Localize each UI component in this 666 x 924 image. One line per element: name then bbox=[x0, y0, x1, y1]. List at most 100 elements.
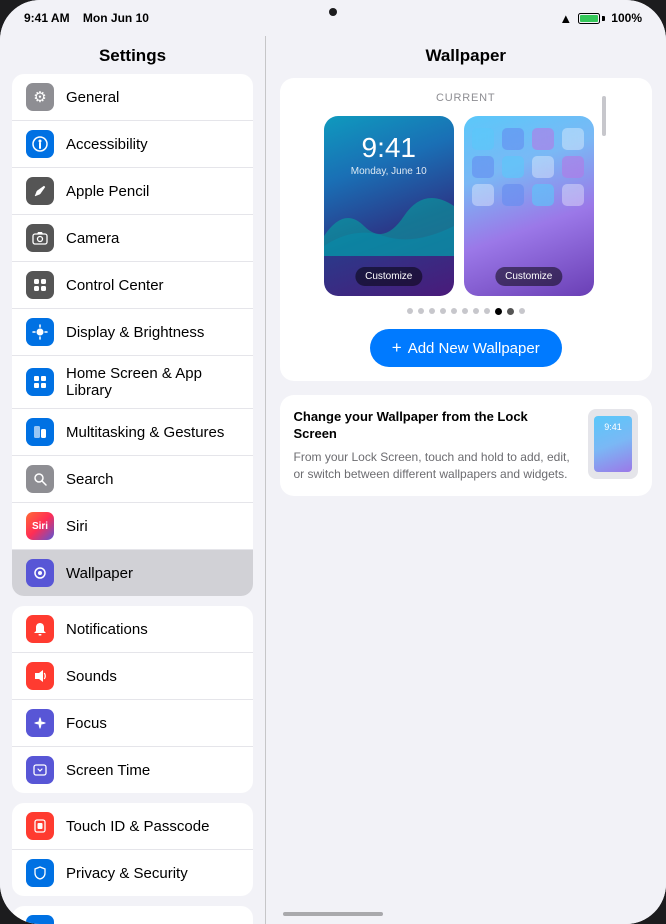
sidebar-item-app-store[interactable]: A App Store bbox=[12, 906, 253, 924]
notifications-label: Notifications bbox=[66, 621, 239, 638]
top-dot bbox=[329, 8, 337, 16]
dot-11 bbox=[519, 308, 525, 314]
dot-10 bbox=[507, 308, 514, 315]
siri-icon: Siri bbox=[26, 512, 54, 540]
dot-7 bbox=[473, 308, 479, 314]
battery-fill bbox=[580, 15, 598, 22]
control-center-icon bbox=[26, 271, 54, 299]
multitasking-icon bbox=[26, 418, 54, 446]
sidebar-item-touch-id[interactable]: Touch ID & Passcode bbox=[12, 803, 253, 850]
dot-1 bbox=[407, 308, 413, 314]
control-center-label: Control Center bbox=[66, 277, 239, 294]
dot-9 bbox=[495, 308, 502, 315]
add-wallpaper-label: Add New Wallpaper bbox=[408, 340, 540, 357]
settings-group-4: A App Store Game Center i bbox=[12, 906, 253, 924]
settings-group-1: ⚙ General Accessibility Apple Pencil bbox=[12, 74, 253, 596]
time-display: 9:41 AM bbox=[24, 11, 70, 25]
sidebar-item-home-screen[interactable]: Home Screen & App Library bbox=[12, 356, 253, 409]
wallpaper-label: Wallpaper bbox=[66, 565, 239, 582]
page-dots bbox=[294, 308, 639, 315]
info-title: Change your Wallpaper from the Lock Scre… bbox=[294, 409, 575, 443]
battery-body bbox=[578, 13, 600, 24]
sidebar-item-wallpaper[interactable]: Wallpaper bbox=[12, 550, 253, 596]
lock-screen-time: 9:41 bbox=[362, 134, 417, 162]
search-label: Search bbox=[66, 471, 239, 488]
main-content: Wallpaper CURRENT 9:41 Monday, June 10 bbox=[266, 36, 666, 924]
sidebar-title: Settings bbox=[0, 36, 265, 74]
sidebar-item-multitasking[interactable]: Multitasking & Gestures bbox=[12, 409, 253, 456]
general-icon: ⚙ bbox=[26, 83, 54, 111]
hs-icon-4 bbox=[562, 128, 584, 150]
battery-percent: 100% bbox=[611, 11, 642, 25]
sidebar-item-camera[interactable]: Camera bbox=[12, 215, 253, 262]
home-indicator bbox=[283, 912, 383, 916]
phone-time: 9:41 bbox=[604, 422, 622, 432]
sounds-icon bbox=[26, 662, 54, 690]
wallpaper-icon bbox=[26, 559, 54, 587]
sidebar-item-display[interactable]: Display & Brightness bbox=[12, 309, 253, 356]
focus-label: Focus bbox=[66, 715, 239, 732]
app-store-label: App Store bbox=[66, 921, 239, 924]
sidebar-item-sounds[interactable]: Sounds bbox=[12, 653, 253, 700]
sidebar-item-screen-time[interactable]: Screen Time bbox=[12, 747, 253, 793]
apple-pencil-icon bbox=[26, 177, 54, 205]
device-screen: 9:41 AM Mon Jun 10 ▲ 100% Settings bbox=[0, 0, 666, 924]
touch-id-label: Touch ID & Passcode bbox=[66, 818, 239, 835]
dot-3 bbox=[429, 308, 435, 314]
screen-time-icon bbox=[26, 756, 54, 784]
camera-icon bbox=[26, 224, 54, 252]
status-bar: 9:41 AM Mon Jun 10 ▲ 100% bbox=[0, 0, 666, 36]
page-title: Wallpaper bbox=[266, 36, 666, 78]
screen-time-label: Screen Time bbox=[66, 762, 239, 779]
sidebar-item-privacy[interactable]: Privacy & Security bbox=[12, 850, 253, 896]
sidebar-item-notifications[interactable]: Notifications bbox=[12, 606, 253, 653]
lock-screen-preview[interactable]: 9:41 Monday, June 10 Customize bbox=[324, 116, 454, 296]
home-screen-icons bbox=[472, 128, 586, 206]
wallpaper-preview-container: 9:41 Monday, June 10 Customize bbox=[294, 116, 639, 296]
info-description: From your Lock Screen, touch and hold to… bbox=[294, 449, 575, 483]
search-icon bbox=[26, 465, 54, 493]
notifications-icon bbox=[26, 615, 54, 643]
sidebar-item-search[interactable]: Search bbox=[12, 456, 253, 503]
status-time: 9:41 AM Mon Jun 10 bbox=[24, 11, 149, 25]
sidebar-item-accessibility[interactable]: Accessibility bbox=[12, 121, 253, 168]
wave-decoration bbox=[324, 176, 454, 256]
display-icon bbox=[26, 318, 54, 346]
dot-4 bbox=[440, 308, 446, 314]
lock-screen-customize-btn[interactable]: Customize bbox=[355, 267, 422, 286]
home-screen-preview[interactable]: Customize bbox=[464, 116, 594, 296]
add-wallpaper-button[interactable]: + Add New Wallpaper bbox=[370, 329, 562, 367]
sidebar-item-general[interactable]: ⚙ General bbox=[12, 74, 253, 121]
hs-icon-7 bbox=[532, 156, 554, 178]
app-store-icon: A bbox=[26, 915, 54, 924]
multitasking-label: Multitasking & Gestures bbox=[66, 424, 239, 441]
hs-icon-3 bbox=[532, 128, 554, 150]
main-layout: Settings ⚙ General Accessibility bbox=[0, 36, 666, 924]
apple-pencil-label: Apple Pencil bbox=[66, 183, 239, 200]
settings-group-2: Notifications Sounds Focus bbox=[12, 606, 253, 793]
sidebar-scroll[interactable]: ⚙ General Accessibility Apple Pencil bbox=[0, 74, 265, 924]
battery-cap bbox=[602, 16, 605, 21]
dot-5 bbox=[451, 308, 457, 314]
siri-label: Siri bbox=[66, 518, 239, 535]
sidebar-item-apple-pencil[interactable]: Apple Pencil bbox=[12, 168, 253, 215]
hs-icon-11 bbox=[532, 184, 554, 206]
sidebar: Settings ⚙ General Accessibility bbox=[0, 36, 265, 924]
hs-icon-2 bbox=[502, 128, 524, 150]
battery-indicator bbox=[578, 13, 605, 24]
info-text-block: Change your Wallpaper from the Lock Scre… bbox=[294, 409, 575, 482]
touch-id-icon bbox=[26, 812, 54, 840]
phone-screen: 9:41 bbox=[594, 416, 632, 472]
hs-icon-1 bbox=[472, 128, 494, 150]
sidebar-item-focus[interactable]: Focus bbox=[12, 700, 253, 747]
home-screen-icon bbox=[26, 368, 54, 396]
privacy-icon bbox=[26, 859, 54, 887]
hs-icon-5 bbox=[472, 156, 494, 178]
dot-2 bbox=[418, 308, 424, 314]
sidebar-item-control-center[interactable]: Control Center bbox=[12, 262, 253, 309]
home-screen-customize-btn[interactable]: Customize bbox=[495, 267, 562, 286]
sidebar-item-siri[interactable]: Siri Siri bbox=[12, 503, 253, 550]
accessibility-icon bbox=[26, 130, 54, 158]
hs-icon-8 bbox=[562, 156, 584, 178]
settings-group-3: Touch ID & Passcode Privacy & Security bbox=[12, 803, 253, 896]
